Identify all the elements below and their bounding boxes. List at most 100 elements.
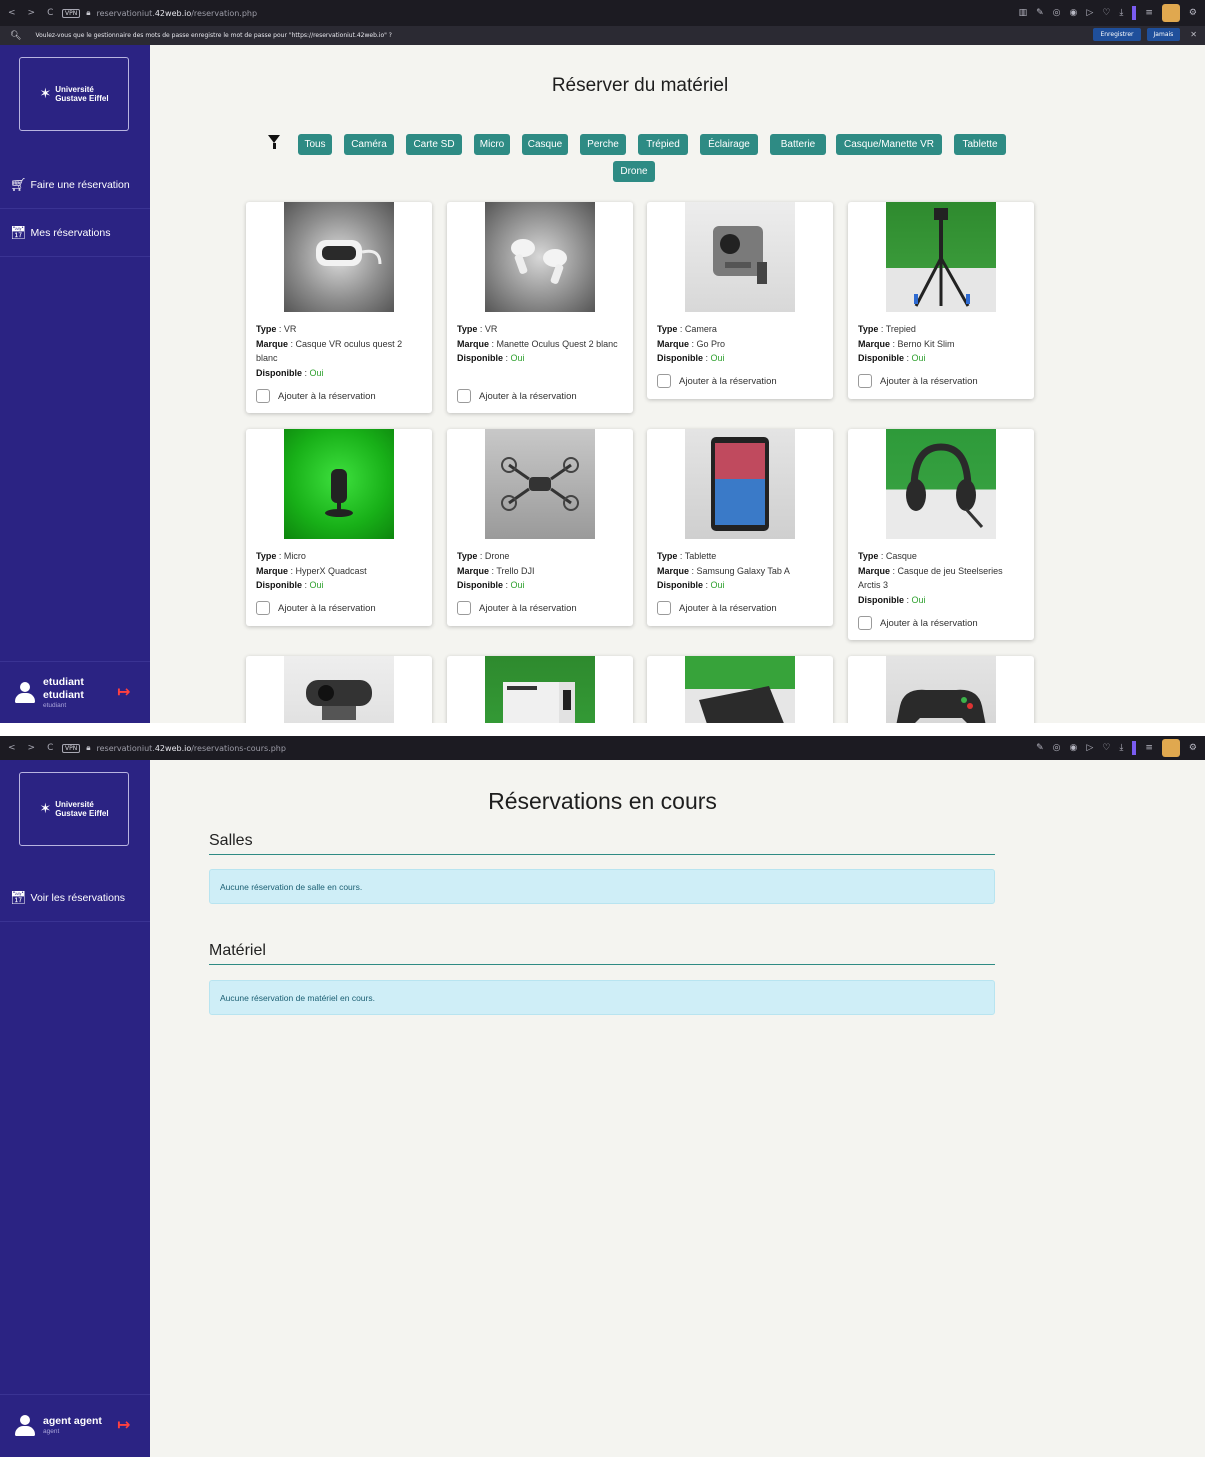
type-row: Type : VR	[457, 324, 498, 334]
add-to-reservation[interactable]: Ajouter à la réservation	[657, 374, 777, 388]
filter-camera[interactable]: Caméra	[344, 134, 394, 155]
add-to-reservation[interactable]: Ajouter à la réservation	[457, 601, 577, 615]
filter-trepied[interactable]: Trépied	[638, 134, 688, 155]
university-logo[interactable]: ✶ Université Gustave Eiffel	[19, 57, 129, 131]
filter-casque-manette-vr[interactable]: Casque/Manette VR	[836, 134, 942, 155]
logout-icon[interactable]: ↦	[117, 1415, 130, 1434]
equipment-photo	[685, 429, 795, 539]
download-icon[interactable]: ⤓	[1119, 8, 1123, 18]
browser-toolbar: < > C VPN 🔒︎ reservationiut.42web.io/res…	[0, 0, 1205, 26]
play-icon[interactable]: ▷	[1086, 8, 1093, 18]
address-bar[interactable]: reservationiut.42web.io/reservations-cou…	[96, 744, 285, 753]
add-to-reservation[interactable]: Ajouter à la réservation	[858, 616, 978, 630]
add-checkbox[interactable]	[256, 389, 270, 403]
filter-perche[interactable]: Perche	[580, 134, 626, 155]
camera-icon[interactable]: ◎	[1053, 743, 1061, 753]
lock-icon[interactable]: 🔒︎	[86, 743, 90, 753]
sidebar-item-mes-reservations[interactable]: 📅︎ Mes réservations	[0, 209, 150, 257]
section-heading-materiel: Matériel	[209, 942, 995, 965]
equipment-info: Type : Casque Marque : Casque de jeu Ste…	[858, 549, 1026, 607]
play-icon[interactable]: ▷	[1086, 743, 1093, 753]
add-to-reservation[interactable]: Ajouter à la réservation	[858, 374, 978, 388]
filter-tous[interactable]: Tous	[298, 134, 332, 155]
brand-label: Marque	[457, 565, 490, 576]
gamepad-image	[896, 689, 986, 723]
add-to-reservation[interactable]: Ajouter à la réservation	[256, 389, 376, 403]
heart-icon[interactable]: ♡	[1102, 743, 1110, 753]
settings-icon[interactable]: ⚙	[1189, 743, 1197, 753]
type-label: Type	[657, 551, 678, 561]
url-prefix: reservationiut.	[96, 743, 155, 753]
box-image	[503, 682, 575, 723]
brand-row: Marque : Samsung Galaxy Tab A	[657, 565, 790, 576]
sidebar-item-faire-reservation[interactable]: 🛒︎ Faire une réservation	[0, 161, 150, 209]
extension-icon[interactable]	[1132, 6, 1137, 20]
sidebar-item-voir-reservations[interactable]: 📅︎ Voir les réservations	[0, 874, 150, 922]
screenshot-reservation-page: < > C VPN 🔒︎ reservationiut.42web.io/res…	[0, 0, 1205, 723]
edit-icon[interactable]: ✎	[1036, 743, 1044, 753]
available-value: Oui	[911, 594, 926, 605]
reload-icon[interactable]: C	[47, 743, 53, 753]
type-label: Type	[858, 551, 879, 561]
filter-batterie[interactable]: Batterie	[770, 134, 826, 155]
reload-icon[interactable]: C	[47, 8, 53, 18]
url-domain: 42web.io	[154, 8, 192, 18]
filter-carte-sd[interactable]: Carte SD	[406, 134, 462, 155]
equipment-card: Type : Trepied Marque : Berno Kit Slim D…	[848, 202, 1034, 399]
forward-icon[interactable]: >	[28, 8, 36, 18]
shield-icon[interactable]: ◉	[1070, 743, 1078, 753]
settings-icon[interactable]: ⚙	[1189, 8, 1197, 18]
add-to-reservation[interactable]: Ajouter à la réservation	[657, 601, 777, 615]
vpn-badge[interactable]: VPN	[62, 743, 81, 753]
university-logo[interactable]: ✶ Université Gustave Eiffel	[19, 772, 129, 846]
available-label: Disponible	[858, 353, 905, 363]
add-to-reservation[interactable]: Ajouter à la réservation	[457, 389, 577, 403]
tripod-image	[914, 208, 970, 307]
never-save-button[interactable]: Jamais	[1146, 28, 1181, 41]
close-icon[interactable]: ✕	[1190, 30, 1197, 39]
add-checkbox[interactable]	[457, 601, 471, 615]
back-icon[interactable]: <	[8, 743, 16, 753]
browser-toolbar: < > C VPN 🔒︎ reservationiut.42web.io/res…	[0, 736, 1205, 760]
add-checkbox[interactable]	[858, 616, 872, 630]
type-label: Type	[457, 551, 478, 561]
add-label: Ajouter à la réservation	[880, 617, 978, 629]
filter-casque[interactable]: Casque	[522, 134, 568, 155]
back-icon[interactable]: <	[8, 8, 16, 18]
equipment-card: Type : VR Marque : Casque VR oculus ques…	[246, 202, 432, 413]
add-checkbox[interactable]	[256, 601, 270, 615]
edit-icon[interactable]: ✎	[1036, 8, 1044, 18]
download-icon[interactable]: ⤓	[1119, 743, 1123, 753]
logout-icon[interactable]: ↦	[117, 682, 130, 701]
camera-icon[interactable]: ◎	[1053, 8, 1061, 18]
brand-value: Trello DJI	[496, 565, 535, 576]
filter-eclairage[interactable]: Éclairage	[700, 134, 758, 155]
filter-drone[interactable]: Drone	[613, 161, 655, 182]
profile-icon[interactable]	[1161, 4, 1180, 22]
add-checkbox[interactable]	[457, 389, 471, 403]
heart-icon[interactable]: ♡	[1102, 8, 1110, 18]
menu-icon[interactable]: ≡	[1145, 743, 1153, 753]
shield-icon[interactable]: ◉	[1070, 8, 1078, 18]
lock-icon[interactable]: 🔒︎	[86, 8, 90, 18]
extension-icon[interactable]	[1132, 741, 1137, 755]
vpn-badge[interactable]: VPN	[62, 8, 81, 18]
add-checkbox[interactable]	[657, 601, 671, 615]
add-checkbox[interactable]	[858, 374, 872, 388]
equipment-info: Type : Drone Marque : Trello DJI Disponi…	[457, 549, 625, 593]
add-to-reservation[interactable]: Ajouter à la réservation	[256, 601, 376, 615]
profile-icon[interactable]	[1161, 739, 1180, 757]
add-checkbox[interactable]	[657, 374, 671, 388]
save-password-button[interactable]: Enregistrer	[1093, 28, 1141, 41]
screenshot-gap	[0, 723, 1205, 736]
available-value: Oui	[510, 580, 525, 590]
type-label: Type	[657, 324, 678, 334]
sidebar-toggle-icon[interactable]: ▥	[1019, 8, 1028, 18]
type-value: Camera	[684, 324, 717, 334]
forward-icon[interactable]: >	[28, 743, 36, 753]
menu-icon[interactable]: ≡	[1145, 8, 1153, 18]
available-label: Disponible	[256, 367, 303, 378]
filter-micro[interactable]: Micro	[474, 134, 510, 155]
filter-tablette[interactable]: Tablette	[954, 134, 1006, 155]
address-bar[interactable]: reservationiut.42web.io/reservation.php	[96, 9, 257, 18]
